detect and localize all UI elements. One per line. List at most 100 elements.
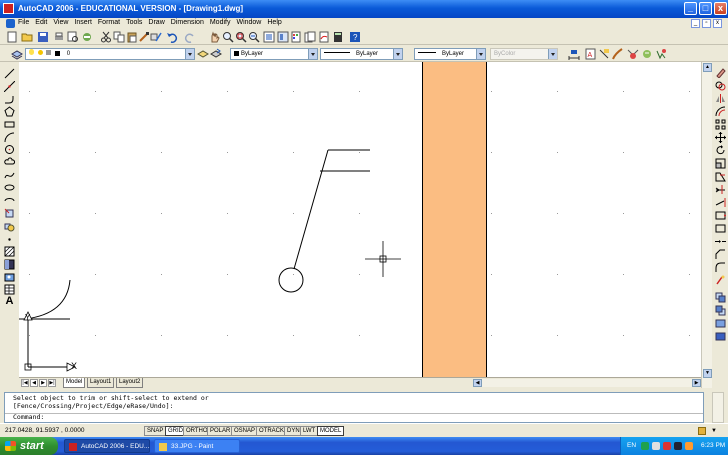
menu-view[interactable]: View xyxy=(53,19,68,26)
autocad-app-icon[interactable] xyxy=(3,3,14,14)
command-input[interactable]: Command: xyxy=(5,413,703,422)
point-icon[interactable] xyxy=(4,234,15,245)
render-icon[interactable] xyxy=(627,48,639,60)
scroll-right-button[interactable]: ▶ xyxy=(692,379,701,387)
circle-icon[interactable] xyxy=(4,144,15,155)
linetype-dropdown[interactable]: ByLayer xyxy=(320,48,403,60)
qnew-icon[interactable] xyxy=(6,31,18,43)
offset-icon[interactable] xyxy=(715,106,726,117)
tool-palettes-icon[interactable] xyxy=(290,31,302,43)
layer-previous-icon[interactable] xyxy=(210,48,222,60)
construction-line-icon[interactable] xyxy=(4,81,15,92)
prev-tab-button[interactable]: ◀ xyxy=(30,379,38,387)
doc-restore-button[interactable]: ▫ xyxy=(702,19,711,28)
menu-modify[interactable]: Modify xyxy=(210,19,231,26)
design-center-icon[interactable] xyxy=(277,31,289,43)
tab-model[interactable]: Model xyxy=(63,378,86,388)
rotate-icon[interactable] xyxy=(715,145,726,156)
network-icon[interactable] xyxy=(641,442,649,450)
save-icon[interactable] xyxy=(37,31,49,43)
status-toggle-osnap[interactable]: OSNAP xyxy=(231,426,259,436)
drawing-area[interactable]: Y X xyxy=(19,62,701,377)
break-at-point-icon[interactable] xyxy=(715,210,726,221)
task-autocad[interactable]: AutoCAD 2006 - EDU... xyxy=(64,439,150,453)
zoom-previous-icon[interactable] xyxy=(248,31,260,43)
menu-format[interactable]: Format xyxy=(98,19,120,26)
zoom-realtime-icon[interactable] xyxy=(222,31,234,43)
status-menu-arrow-icon[interactable]: ▼ xyxy=(711,428,717,434)
messenger-icon[interactable] xyxy=(674,442,682,450)
volume-icon[interactable] xyxy=(652,442,660,450)
calculator-icon[interactable] xyxy=(332,31,344,43)
status-toggle-snap[interactable]: SNAP xyxy=(144,426,167,436)
menu-file[interactable]: File xyxy=(18,19,29,26)
status-toggle-lwt[interactable]: LWT xyxy=(300,426,319,436)
menu-edit[interactable]: Edit xyxy=(35,19,47,26)
layer-manager-icon[interactable] xyxy=(11,48,23,60)
revision-cloud-icon[interactable] xyxy=(4,157,15,168)
redo-icon[interactable] xyxy=(184,31,196,43)
dim-style-icon[interactable] xyxy=(598,48,610,60)
undo-icon[interactable] xyxy=(166,31,178,43)
lights-icon[interactable] xyxy=(641,48,653,60)
update-icon[interactable] xyxy=(685,442,693,450)
break-icon[interactable] xyxy=(715,223,726,234)
properties-icon[interactable] xyxy=(263,31,275,43)
make-current-layer-icon[interactable] xyxy=(197,48,209,60)
next-tab-button[interactable]: ▶ xyxy=(39,379,47,387)
last-tab-button[interactable]: ▶| xyxy=(48,379,56,387)
ellipse-icon[interactable] xyxy=(4,182,15,193)
dimension-icon[interactable] xyxy=(568,48,580,60)
materials-icon[interactable] xyxy=(655,48,667,60)
start-button[interactable]: start xyxy=(0,437,58,455)
lock-toolbar-icon[interactable] xyxy=(698,427,706,435)
menu-help[interactable]: Help xyxy=(267,19,281,26)
insert-block-icon[interactable] xyxy=(4,208,15,219)
mirror-icon[interactable] xyxy=(715,93,726,104)
copy-object-icon[interactable] xyxy=(715,80,726,91)
close-button[interactable]: x xyxy=(714,2,727,15)
spline-icon[interactable] xyxy=(4,170,15,181)
scroll-up-button[interactable]: ▲ xyxy=(703,63,712,72)
polygon-icon[interactable] xyxy=(4,106,15,117)
scale-icon[interactable] xyxy=(715,158,726,169)
plot-preview-icon[interactable] xyxy=(67,31,79,43)
scroll-down-button[interactable]: ▼ xyxy=(703,369,712,378)
command-window[interactable]: Select object to trim or shift-select to… xyxy=(4,392,704,423)
explode-icon[interactable] xyxy=(715,275,726,286)
paste-icon[interactable] xyxy=(126,31,138,43)
draw-order-under-icon[interactable] xyxy=(715,331,726,342)
line-icon[interactable] xyxy=(4,68,15,79)
open-icon[interactable] xyxy=(21,31,33,43)
tab-layout2[interactable]: Layout2 xyxy=(116,378,144,388)
markup-icon[interactable] xyxy=(318,31,330,43)
vertical-scrollbar[interactable]: ▲ ▼ xyxy=(701,62,712,388)
task-paint[interactable]: 33.JPG - Paint xyxy=(154,439,240,453)
menu-insert[interactable]: Insert xyxy=(74,19,92,26)
extend-icon[interactable] xyxy=(715,197,726,208)
ellipse-arc-icon[interactable] xyxy=(4,195,15,206)
join-icon[interactable] xyxy=(715,236,726,247)
region-icon[interactable] xyxy=(4,271,15,282)
menu-draw[interactable]: Draw xyxy=(148,19,164,26)
maximize-button[interactable]: □ xyxy=(699,2,712,15)
table-style-icon[interactable] xyxy=(611,48,623,60)
polyline-icon[interactable] xyxy=(4,94,15,105)
lineweight-dropdown[interactable]: ByLayer xyxy=(414,48,486,60)
scroll-left-button[interactable]: ◀ xyxy=(473,379,482,387)
multiline-text-icon[interactable]: A xyxy=(4,294,15,305)
draw-order-back-icon[interactable] xyxy=(715,305,726,316)
publish-icon[interactable] xyxy=(81,31,93,43)
chamfer-icon[interactable] xyxy=(715,249,726,260)
document-menu-icon[interactable] xyxy=(6,19,15,28)
status-toggle-polar[interactable]: POLAR xyxy=(207,426,234,436)
doc-minimize-button[interactable]: _ xyxy=(691,19,700,28)
draw-order-above-icon[interactable] xyxy=(715,318,726,329)
copy-icon[interactable] xyxy=(113,31,125,43)
trim-icon[interactable] xyxy=(715,184,726,195)
move-icon[interactable] xyxy=(715,132,726,143)
erase-icon[interactable] xyxy=(715,67,726,78)
sheet-set-icon[interactable] xyxy=(304,31,316,43)
plot-icon[interactable] xyxy=(53,31,65,43)
command-scrollbar[interactable] xyxy=(712,392,724,423)
